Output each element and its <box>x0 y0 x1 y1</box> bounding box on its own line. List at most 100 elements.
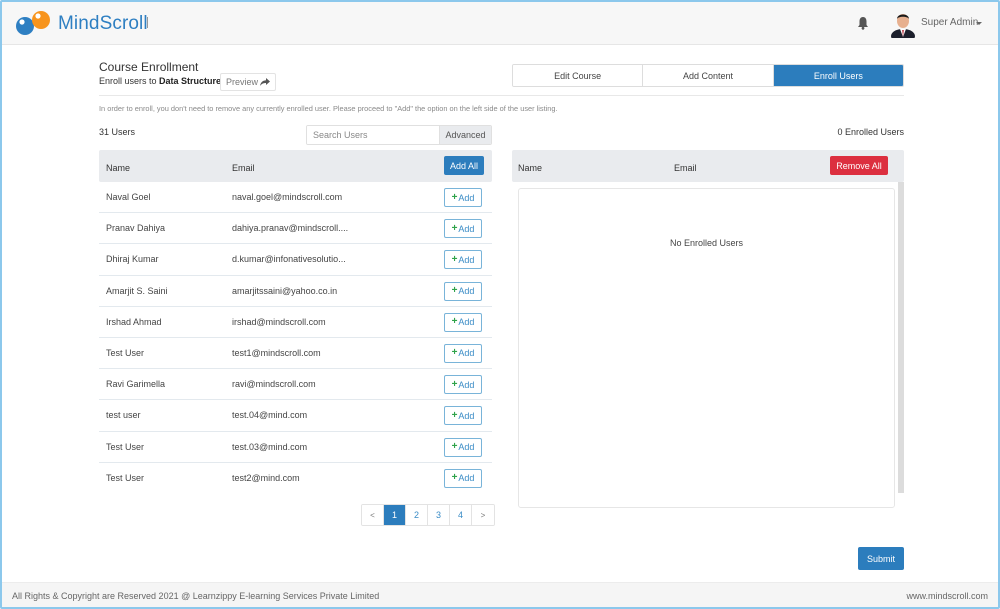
pagination-page-1[interactable]: 1 <box>384 505 406 525</box>
user-name: Test User <box>106 347 145 358</box>
add-label: Add <box>458 410 475 421</box>
add-user-button[interactable]: + Add <box>444 343 482 363</box>
plus-icon: + <box>451 253 458 265</box>
preview-button[interactable]: Preview <box>220 73 276 91</box>
add-label: Add <box>458 473 475 484</box>
submit-button[interactable]: Submit <box>858 547 904 570</box>
plus-icon: + <box>451 285 458 297</box>
user-name: Test User <box>106 441 145 452</box>
table-row: Ravi Garimella ravi@mindscroll.com + Add <box>99 369 492 401</box>
table-row: Pranav Dahiya dahiya.pranav@mindscroll..… <box>99 213 492 245</box>
add-user-button[interactable]: + Add <box>444 468 482 488</box>
course-name: Data Structure <box>159 76 222 86</box>
table-row: Test User test2@mind.com + Add <box>99 463 492 494</box>
course-tabs: Edit Course Add Content Enroll Users <box>512 64 904 87</box>
plus-icon: + <box>451 472 458 484</box>
pagination: < 1 2 3 4 > <box>361 504 495 526</box>
add-user-button[interactable]: + Add <box>444 406 482 426</box>
user-avatar-icon[interactable] <box>890 10 916 38</box>
users-table-header: Name Email Add All <box>99 150 492 182</box>
plus-icon: + <box>451 347 458 359</box>
footer: All Rights & Copyright are Reserved 2021… <box>2 582 998 607</box>
footer-copyright: All Rights & Copyright are Reserved 2021… <box>12 591 380 601</box>
plus-icon: + <box>451 316 458 328</box>
add-label: Add <box>458 254 475 265</box>
column-header-email: Email <box>674 163 697 173</box>
user-name: Dhiraj Kumar <box>106 254 159 265</box>
add-user-button[interactable]: + Add <box>444 219 482 239</box>
table-row: Amarjit S. Saini amarjitssaini@yahoo.co.… <box>99 276 492 307</box>
add-label: Add <box>458 442 475 452</box>
user-name: Amarjit S. Saini <box>106 285 168 296</box>
add-user-button[interactable]: + Add <box>444 281 482 301</box>
table-row: Test User test.03@mind.com + Add <box>99 432 492 463</box>
user-email: test1@mindscroll.com <box>232 347 321 358</box>
column-header-email: Email <box>232 163 255 173</box>
table-row: Irshad Ahmad irshad@mindscroll.com + Add <box>99 307 492 338</box>
table-row: Test User test1@mindscroll.com + Add <box>99 338 492 370</box>
user-email: ravi@mindscroll.com <box>232 379 316 390</box>
user-name: test user <box>106 410 141 421</box>
preview-label: Preview <box>225 77 258 87</box>
user-email: test.03@mind.com <box>232 441 308 452</box>
add-user-button[interactable]: + Add <box>444 250 482 270</box>
user-name: Ravi Garimella <box>106 379 166 390</box>
plus-icon: + <box>451 222 458 234</box>
brand-name[interactable]: MindScroll <box>58 13 148 35</box>
add-user-button[interactable]: + Add <box>444 437 482 457</box>
caret-down-icon[interactable] <box>976 22 982 25</box>
users-count: 31 Users <box>99 127 136 137</box>
add-label: Add <box>458 223 475 234</box>
empty-state-box: No Enrolled Users <box>518 188 895 508</box>
header-divider <box>99 95 904 96</box>
search-users-input[interactable] <box>307 126 439 144</box>
plus-icon: + <box>451 191 458 203</box>
plus-icon: + <box>451 441 458 452</box>
pagination-page-3[interactable]: 3 <box>428 505 450 525</box>
tab-add-content[interactable]: Add Content <box>643 65 774 86</box>
bell-icon[interactable] <box>857 16 869 30</box>
user-email: naval.goel@mindscroll.com <box>232 192 343 202</box>
brand-separator <box>147 17 148 28</box>
pagination-page-4[interactable]: 4 <box>450 505 472 525</box>
enroll-info-text: In order to enroll, you don't need to re… <box>99 104 558 113</box>
tab-enroll-users[interactable]: Enroll Users <box>773 65 903 86</box>
table-row: Dhiraj Kumar d.kumar@infonativesolutio..… <box>99 244 492 276</box>
search-group: Advanced <box>306 125 492 145</box>
user-name: Irshad Ahmad <box>106 316 162 327</box>
add-all-button[interactable]: Add All <box>444 156 484 175</box>
user-email: amarjitssaini@yahoo.co.in <box>232 285 338 296</box>
enrolled-table-body: No Enrolled Users <box>512 182 904 508</box>
user-menu-name[interactable]: Super Admin <box>921 17 978 28</box>
add-user-button[interactable]: + Add <box>444 188 482 207</box>
add-label: Add <box>458 192 475 203</box>
mindscroll-logo-icon[interactable] <box>14 9 54 37</box>
share-arrow-icon <box>260 78 270 86</box>
table-row: test user test.04@mind.com + Add <box>99 400 492 432</box>
column-header-name: Name <box>518 163 543 173</box>
add-label: Add <box>458 317 475 328</box>
plus-icon: + <box>451 409 458 421</box>
empty-state-text: No Enrolled Users <box>669 238 744 248</box>
remove-all-button[interactable]: Remove All <box>830 156 888 175</box>
advanced-search-button[interactable]: Advanced <box>439 126 491 144</box>
column-header-name: Name <box>106 163 131 173</box>
pagination-prev[interactable]: < <box>362 505 384 525</box>
user-name: Pranav Dahiya <box>106 223 166 234</box>
enrolled-table-header: Name Email Remove All <box>512 150 904 182</box>
pagination-next[interactable]: > <box>472 505 494 525</box>
enrolled-users-count: 0 Enrolled Users <box>837 127 904 137</box>
add-label: Add <box>458 286 475 297</box>
add-user-button[interactable]: + Add <box>444 312 482 332</box>
add-user-button[interactable]: + Add <box>444 375 482 395</box>
pagination-page-2[interactable]: 2 <box>406 505 428 525</box>
table-row: Naval Goel naval.goel@mindscroll.com + Ad… <box>99 182 492 214</box>
user-email: irshad@mindscroll.com <box>232 316 326 327</box>
tab-edit-course[interactable]: Edit Course <box>513 65 644 86</box>
top-navbar: MindScroll Super Admin <box>2 2 998 45</box>
enroll-prefix: Enroll users to <box>99 76 157 86</box>
page-title: Course Enrollment <box>99 60 199 74</box>
footer-website-link[interactable]: www.mindscroll.com <box>906 591 988 601</box>
enrolled-scrollbar[interactable] <box>898 182 904 493</box>
add-label: Add <box>458 379 475 390</box>
